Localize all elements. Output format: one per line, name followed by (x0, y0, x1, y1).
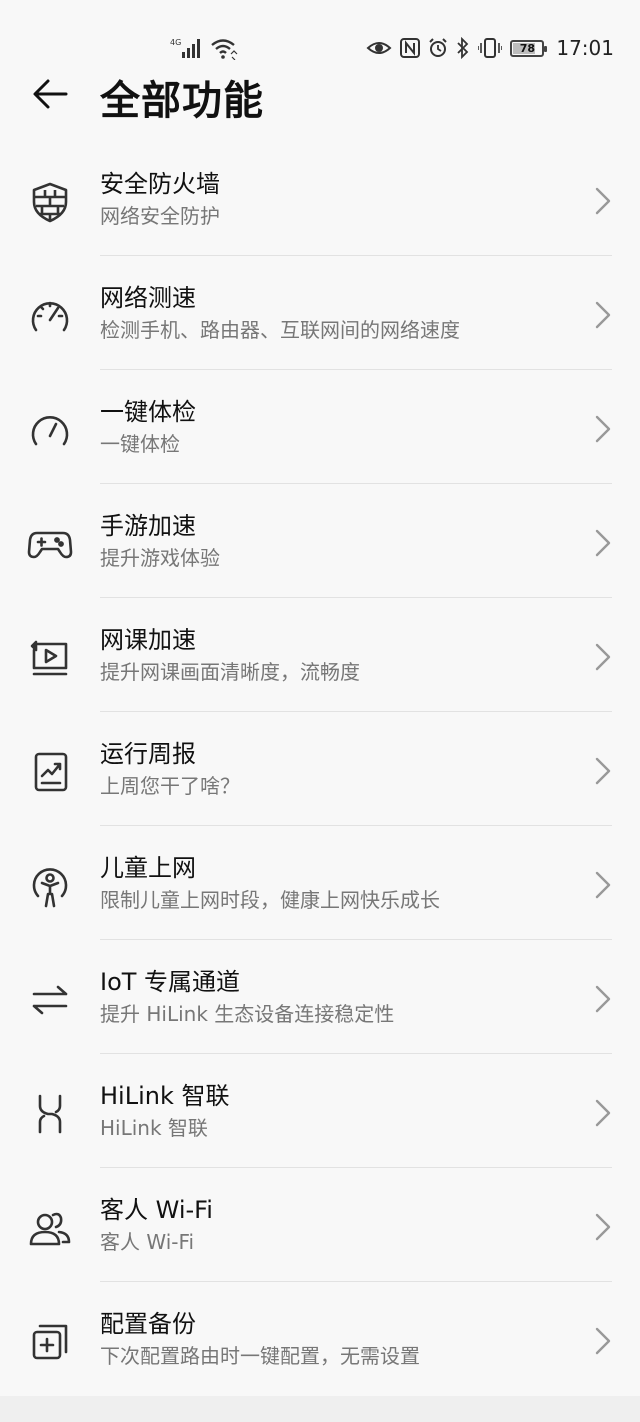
arrow-left-icon (33, 79, 68, 109)
feature-title: 网课加速 (100, 626, 196, 654)
chevron-right-icon (595, 1213, 611, 1241)
chevron-right-icon (595, 187, 611, 215)
feature-title: 运行周报 (100, 740, 196, 768)
gamepad-icon (26, 520, 74, 568)
feature-item-checkup[interactable]: 一键体检 一键体检 (0, 370, 640, 484)
feature-subtitle: 限制儿童上网时段，健康上网快乐成长 (100, 888, 440, 912)
feature-item-guest-wifi[interactable]: 客人 Wi-Fi 客人 Wi-Fi (0, 1168, 640, 1282)
feature-title: 儿童上网 (100, 854, 196, 882)
battery-indicator: 78 (510, 39, 548, 57)
chevron-right-icon (595, 1327, 611, 1355)
network-indicators: 4G (170, 34, 238, 62)
feature-item-class-boost[interactable]: 网课加速 提升网课画面清晰度，流畅度 (0, 598, 640, 712)
feature-subtitle: 提升网课画面清晰度，流畅度 (100, 660, 360, 684)
feature-title: 客人 Wi-Fi (100, 1196, 213, 1224)
hilink-icon (26, 1090, 74, 1138)
feature-title: 一键体检 (100, 398, 196, 426)
alarm-icon (428, 38, 448, 58)
signal-icon: 4G (170, 36, 204, 60)
feature-subtitle: 检测手机、路由器、互联网间的网络速度 (100, 318, 460, 342)
feature-subtitle: 上周您干了啥？ (100, 774, 240, 798)
feature-subtitle: 提升 HiLink 生态设备连接稳定性 (100, 1002, 395, 1026)
chevron-right-icon (595, 415, 611, 443)
chevron-right-icon (595, 757, 611, 785)
feature-subtitle: HiLink 智联 (100, 1116, 208, 1140)
feature-item-firewall[interactable]: 安全防火墙 网络安全防护 (0, 142, 640, 256)
video-class-icon (26, 634, 74, 682)
firewall-shield-icon (26, 178, 74, 226)
chevron-right-icon (595, 529, 611, 557)
feature-item-game-boost[interactable]: 手游加速 提升游戏体验 (0, 484, 640, 598)
eye-comfort-icon (366, 38, 392, 58)
feature-item-hilink[interactable]: HiLink 智联 HiLink 智联 (0, 1054, 640, 1168)
feature-title: 网络测速 (100, 284, 196, 312)
battery-level: 78 (519, 41, 536, 55)
feature-title: 手游加速 (100, 512, 196, 540)
chevron-right-icon (595, 643, 611, 671)
speedometer-icon (26, 292, 74, 340)
feature-subtitle: 下次配置路由时一键配置，无需设置 (100, 1344, 420, 1368)
feature-subtitle: 客人 Wi-Fi (100, 1230, 195, 1254)
vibrate-icon (478, 37, 503, 59)
feature-title: HiLink 智联 (100, 1082, 230, 1110)
feature-item-iot-channel[interactable]: IoT 专属通道 提升 HiLink 生态设备连接稳定性 (0, 940, 640, 1054)
chevron-right-icon (595, 1099, 611, 1127)
system-indicators: 78 17:01 (366, 34, 614, 62)
chevron-right-icon (595, 871, 611, 899)
feature-title: 安全防火墙 (100, 170, 220, 198)
feature-title: IoT 专属通道 (100, 968, 241, 996)
child-icon (26, 862, 74, 910)
back-button[interactable] (28, 74, 72, 114)
chevron-right-icon (595, 985, 611, 1013)
app-header: 全部功能 (0, 60, 640, 130)
feature-item-child-internet[interactable]: 儿童上网 限制儿童上网时段，健康上网快乐成长 (0, 826, 640, 940)
svg-text:4G: 4G (170, 38, 181, 47)
backup-config-icon (26, 1318, 74, 1366)
chevron-right-icon (595, 301, 611, 329)
gauge-icon (26, 406, 74, 454)
feature-subtitle: 一键体检 (100, 432, 180, 456)
nfc-icon (400, 38, 421, 58)
page-title: 全部功能 (100, 78, 264, 124)
bottom-edge (0, 1396, 640, 1422)
feature-subtitle: 提升游戏体验 (100, 546, 220, 570)
swap-arrows-icon (26, 976, 74, 1024)
clock: 17:01 (556, 36, 614, 60)
feature-item-speed-test[interactable]: 网络测速 检测手机、路由器、互联网间的网络速度 (0, 256, 640, 370)
feature-item-weekly-report[interactable]: 运行周报 上周您干了啥？ (0, 712, 640, 826)
bluetooth-icon (456, 37, 470, 59)
feature-subtitle: 网络安全防护 (100, 204, 220, 228)
wifi-icon (210, 36, 238, 60)
feature-item-config-backup[interactable]: 配置备份 下次配置路由时一键配置，无需设置 (0, 1282, 640, 1396)
guest-users-icon (26, 1204, 74, 1252)
report-chart-icon (26, 748, 74, 796)
feature-list: 安全防火墙 网络安全防护 网络测速 检测手机、路由器、互联网间的网络速度 一键体… (0, 142, 640, 1396)
feature-title: 配置备份 (100, 1310, 196, 1338)
